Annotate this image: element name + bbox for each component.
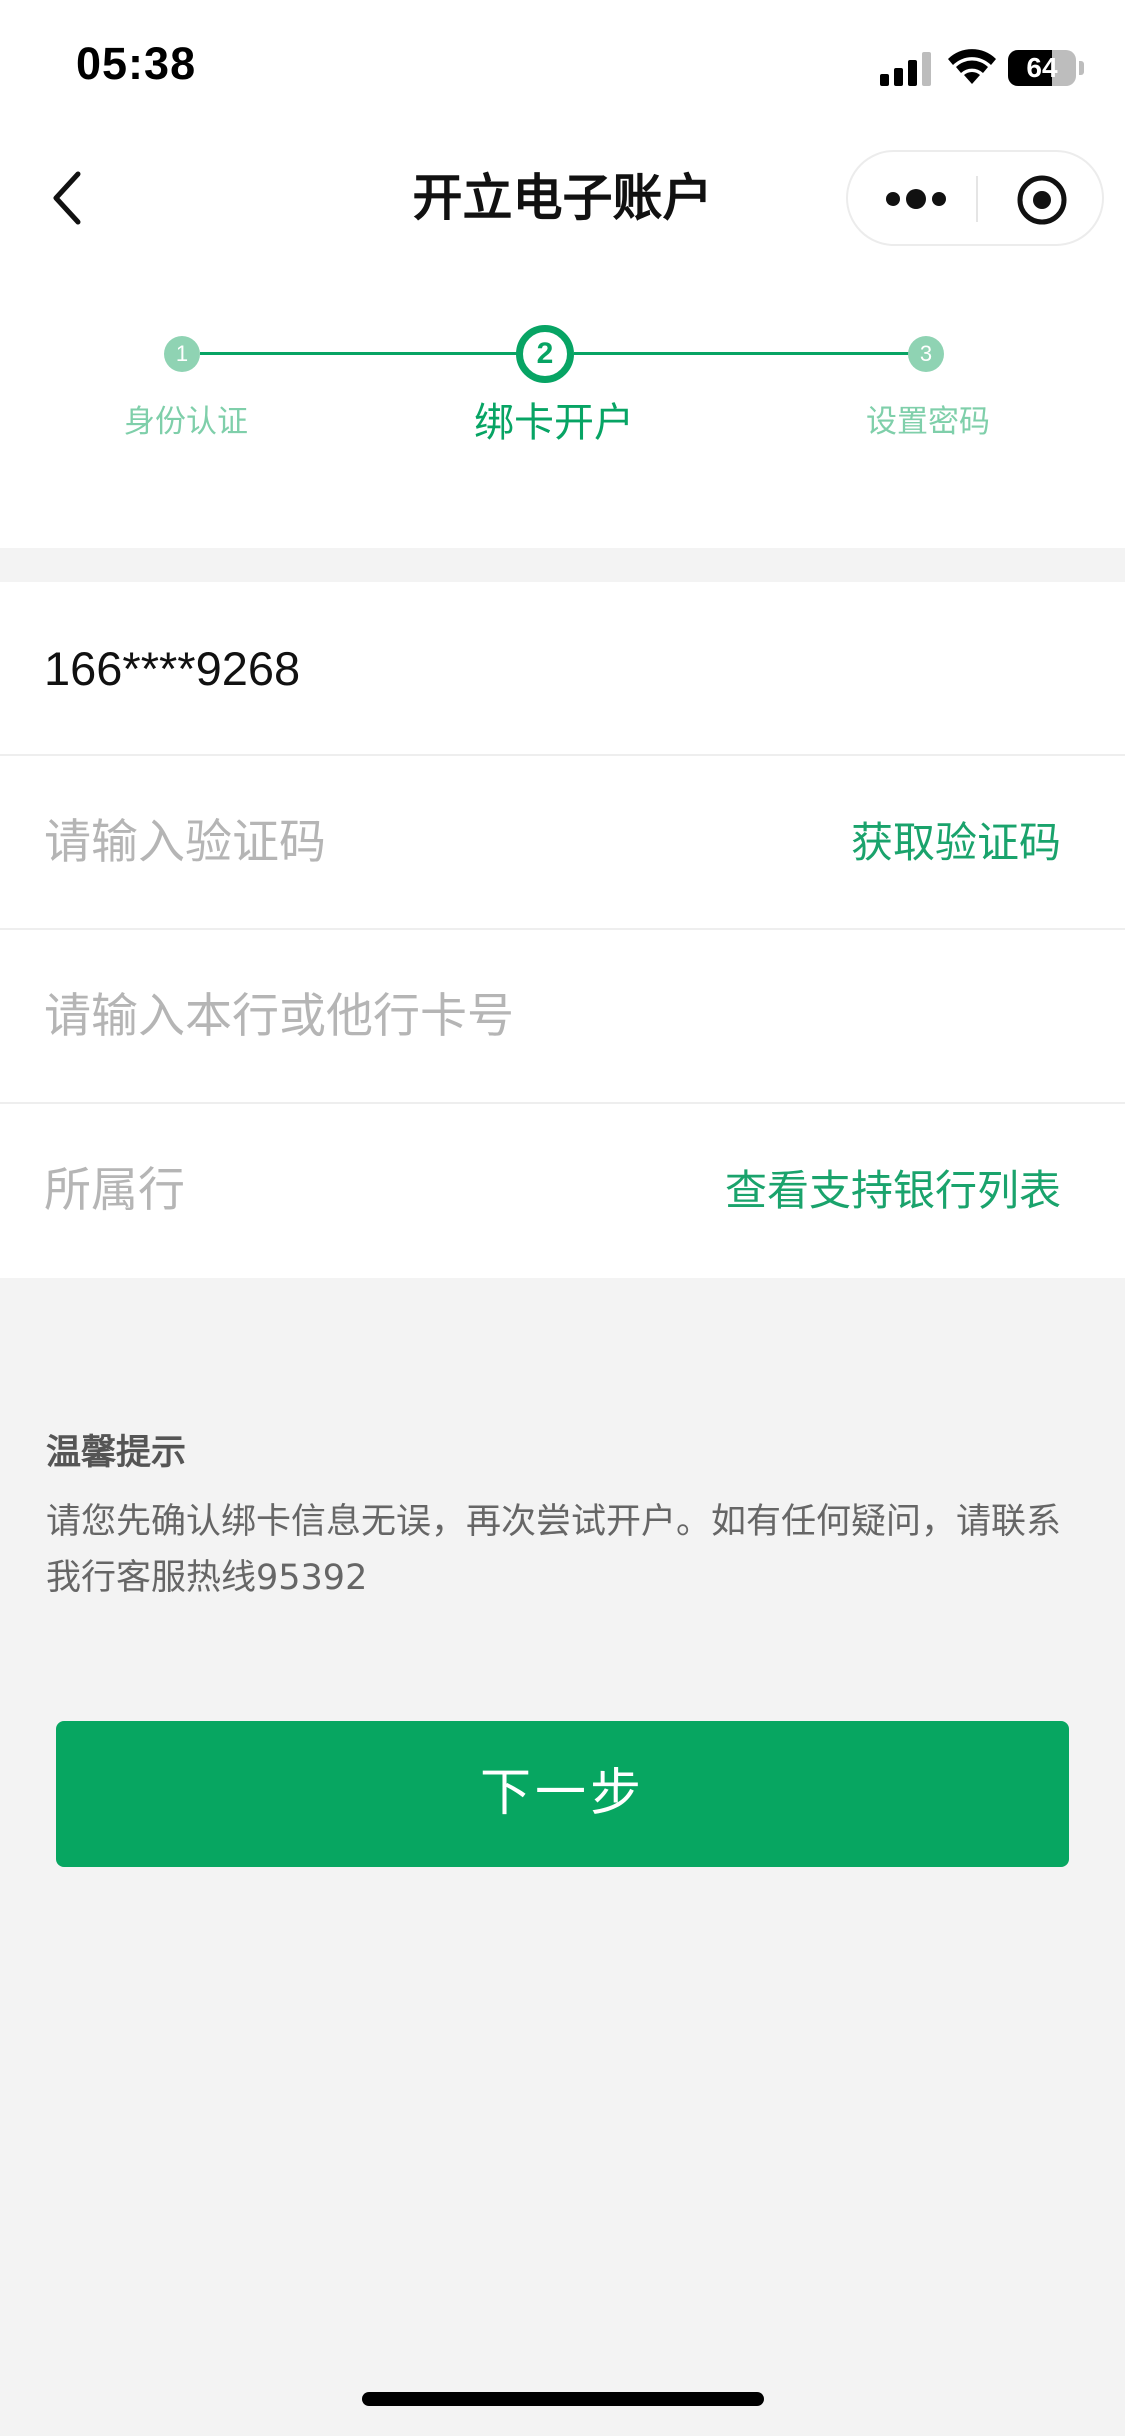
target-circle-icon[interactable] [1016,174,1068,226]
wifi-icon [948,49,996,84]
step-connector-2 [574,352,926,355]
bind-card-form: 166****9268 请输入验证码 获取验证码 请输入本行或他行卡号 所属行 … [0,582,1125,1278]
battery-icon: 64 [1008,50,1076,86]
more-dots-icon[interactable] [884,182,948,216]
battery-cap [1079,61,1084,75]
tips-body: 请您先确认绑卡信息无误，再次尝试开户。如有任何疑问，请联系我行客服热线95392 [46,1502,1062,1598]
step-1-label: 身份认证 [124,404,248,440]
phone-row: 166****9268 [0,582,1125,756]
card-number-input[interactable]: 请输入本行或他行卡号 [44,930,514,1104]
bank-row[interactable]: 所属行 查看支持银行列表 [0,1104,1125,1278]
card-number-row[interactable]: 请输入本行或他行卡号 [0,930,1125,1104]
phone-number-value: 166****9268 [44,642,301,695]
supported-bank-list-link[interactable]: 查看支持银行列表 [725,1104,1061,1278]
verification-code-row[interactable]: 请输入验证码 获取验证码 [0,756,1125,930]
step-3-label: 设置密码 [866,404,990,440]
step-1-indicator: 1 [164,336,200,372]
step-2-indicator: 2 [516,325,574,383]
capsule-divider [976,176,978,222]
battery-level: 64 [1026,52,1058,83]
cellular-signal-icon [880,52,932,86]
next-step-button[interactable]: 下一步 [56,1721,1069,1867]
step-connector-1 [200,352,530,355]
bank-field[interactable]: 所属行 [44,1104,185,1278]
step-3-indicator: 3 [908,336,944,372]
verification-code-input[interactable]: 请输入验证码 [44,756,326,930]
tips-title: 温馨提示 [46,1433,187,1473]
page: 05:38 64 开立电子账户 1 2 3 身份认证 绑卡开户 设置密码 166… [0,0,1125,2436]
home-indicator[interactable] [362,2392,764,2406]
get-code-button[interactable]: 获取验证码 [851,756,1061,930]
status-time: 05:38 [76,38,197,89]
step-2-label: 绑卡开户 [474,400,634,446]
mini-program-capsule [846,150,1104,246]
